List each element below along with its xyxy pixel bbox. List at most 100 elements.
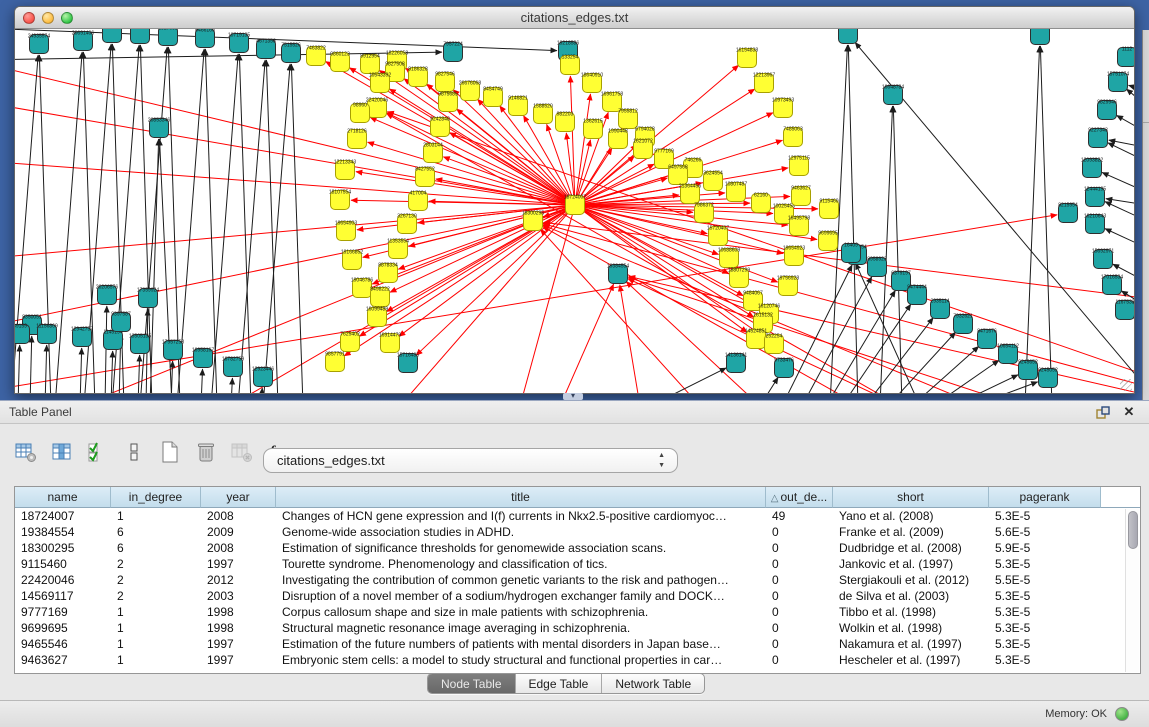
graph-node[interactable]: 1621072 [633, 139, 653, 159]
graph-node[interactable]: 2935114 [930, 299, 949, 319]
window-resize-grip[interactable] [1120, 379, 1132, 391]
close-window-icon[interactable] [23, 12, 35, 24]
delete-column-button[interactable] [192, 438, 220, 466]
graph-node[interactable]: 15716485 [397, 353, 419, 373]
window-titlebar[interactable]: citations_edges.txt [15, 7, 1134, 29]
graph-node[interactable]: 12213967 [753, 73, 775, 93]
graph-node[interactable]: 16409 [842, 243, 861, 263]
graph-node[interactable]: 15692971 [1092, 249, 1114, 269]
graph-node[interactable]: 16782759 [222, 357, 244, 377]
graph-node[interactable]: 1167533 [1115, 300, 1134, 320]
graph-node[interactable]: 15751074 [1107, 72, 1129, 92]
zoom-window-icon[interactable] [61, 12, 73, 24]
graph-node[interactable]: 10719135 [228, 33, 250, 53]
graph-node[interactable]: 1588520 [533, 104, 553, 124]
graph-node[interactable]: 20206576 [96, 285, 118, 305]
graph-node[interactable]: 7986372 [694, 203, 714, 223]
float-panel-icon[interactable] [1095, 405, 1111, 421]
graph-node[interactable]: 18807299 [728, 268, 750, 288]
graph-node[interactable]: 17016534 [1101, 275, 1123, 295]
graph-node[interactable]: 17957253 [162, 340, 184, 360]
graph-node[interactable]: 10688609 [718, 248, 740, 268]
graph-node[interactable]: 8215954 [1058, 203, 1078, 223]
graph-node[interactable]: 417004 [409, 191, 428, 211]
table-row[interactable]: 946362711997Embryonic stem cells: a mode… [15, 652, 1140, 668]
graph-node[interactable]: 252254 [765, 334, 784, 354]
graph-node[interactable]: 9829946 [1097, 100, 1117, 120]
graph-node[interactable]: 11353554 [387, 239, 409, 259]
graph-node[interactable]: 9227343 [1088, 128, 1108, 148]
graph-node[interactable]: 16648784 [882, 85, 904, 105]
graph-node[interactable]: 2718126 [347, 129, 367, 149]
graph-node[interactable]: 8912954 [360, 54, 380, 74]
panel-splitter-handle[interactable]: ▾ [563, 393, 583, 400]
table-vertical-scrollbar[interactable] [1125, 509, 1139, 672]
graph-node[interactable]: 8878334 [378, 263, 398, 283]
tab-edge-table[interactable]: Edge Table [515, 674, 602, 693]
graph-node[interactable]: 8813054 [838, 29, 858, 44]
graph-node[interactable]: 12093822 [1081, 158, 1103, 178]
tab-node-table[interactable]: Node Table [428, 674, 515, 693]
graph-node[interactable]: 3624554 [703, 171, 723, 191]
graph-node[interactable]: 16958167 [192, 348, 214, 368]
table-row[interactable]: 911546021997Tourette syndrome. Phenomeno… [15, 556, 1140, 572]
table-settings-button[interactable] [12, 438, 40, 466]
graph-node[interactable]: 8427552 [415, 167, 435, 187]
tab-network-table[interactable]: Network Table [601, 674, 704, 693]
table-row[interactable]: 1938455462009Genome-wide association stu… [15, 524, 1140, 540]
graph-node[interactable]: 1145194 [103, 330, 122, 350]
graph-node[interactable]: 20937191 [101, 29, 123, 43]
table-selector-dropdown[interactable]: citations_edges.txt ▲▼ [263, 448, 678, 473]
graph-node[interactable]: 8498222 [370, 287, 390, 307]
graph-node[interactable]: 10973493 [772, 98, 794, 118]
graph-node[interactable]: 12923446 [252, 367, 274, 387]
column-header-in-degree[interactable]: in_degree [111, 487, 201, 508]
graph-node[interactable]: 9699695 [818, 231, 838, 251]
graph-node[interactable]: 8454749 [483, 87, 503, 107]
table-row[interactable]: 1872400712008Changes of HCN gene express… [15, 508, 1140, 524]
graph-node[interactable]: 19384554 [607, 264, 629, 284]
graph-node[interactable]: 8186328 [408, 67, 428, 87]
graph-node[interactable]: 19166852 [341, 250, 363, 270]
column-header-year[interactable]: year [201, 487, 276, 508]
graph-node[interactable]: 2803144 [423, 143, 443, 163]
graph-node[interactable]: 62160 [752, 193, 771, 213]
delete-table-button[interactable] [228, 438, 256, 466]
graph-node[interactable]: 7485063 [783, 127, 803, 147]
close-panel-icon[interactable]: ✕ [1121, 404, 1137, 420]
graph-node[interactable]: 9733476 [774, 358, 794, 378]
graph-node[interactable]: 6466160 [195, 29, 215, 48]
graph-node[interactable]: 1112 [1118, 47, 1135, 67]
network-canvas[interactable]: 24935574 20691406 20937191 10653267 1527602 6… [15, 29, 1134, 393]
graph-node[interactable]: 8958923 [867, 257, 887, 277]
graph-node[interactable]: 18300295 [522, 211, 544, 231]
graph-node[interactable]: 10653819 [1029, 29, 1051, 45]
graph-node[interactable]: 10543392 [369, 73, 391, 93]
graph-node[interactable]: 24935574 [28, 34, 50, 54]
graph-node[interactable]: 16210643 [1084, 214, 1106, 234]
graph-node[interactable]: 10653267 [129, 29, 151, 44]
graph-node[interactable]: 19654923 [783, 246, 805, 266]
graph-node[interactable]: 9860123 [330, 52, 350, 72]
graph-node[interactable]: 12942757 [71, 327, 93, 347]
graph-node[interactable]: 10807487 [725, 182, 747, 202]
graph-node[interactable]: 9474444 [907, 285, 927, 305]
column-header-pagerank[interactable]: pagerank [989, 487, 1101, 508]
table-row[interactable]: 1456911722003Disruption of a novel membe… [15, 588, 1140, 604]
graph-node[interactable]: 39159 [15, 324, 30, 344]
column-header-name[interactable]: name [15, 487, 111, 508]
graph-node[interactable]: 3267130 [397, 214, 417, 234]
graph-node[interactable]: 20691406 [72, 31, 94, 51]
create-column-button[interactable] [156, 438, 184, 466]
column-header-title[interactable]: title [276, 487, 766, 508]
graph-node[interactable]: 1990448 [608, 129, 628, 149]
graph-node[interactable]: 9245652 [1018, 360, 1038, 380]
graph-node[interactable]: 1362615 [583, 119, 603, 139]
graph-node[interactable]: 7625402 [340, 332, 360, 352]
graph-node[interactable]: 1527602 [158, 29, 178, 46]
graph-node[interactable]: 16099489 [366, 307, 388, 327]
table-row[interactable]: 2242004622012Investigating the contribut… [15, 572, 1140, 588]
graph-node[interactable]: 20853346 [148, 118, 170, 138]
select-columns-button[interactable] [84, 438, 112, 466]
table-row[interactable]: 977716911998Corpus callosum shape and si… [15, 604, 1140, 620]
